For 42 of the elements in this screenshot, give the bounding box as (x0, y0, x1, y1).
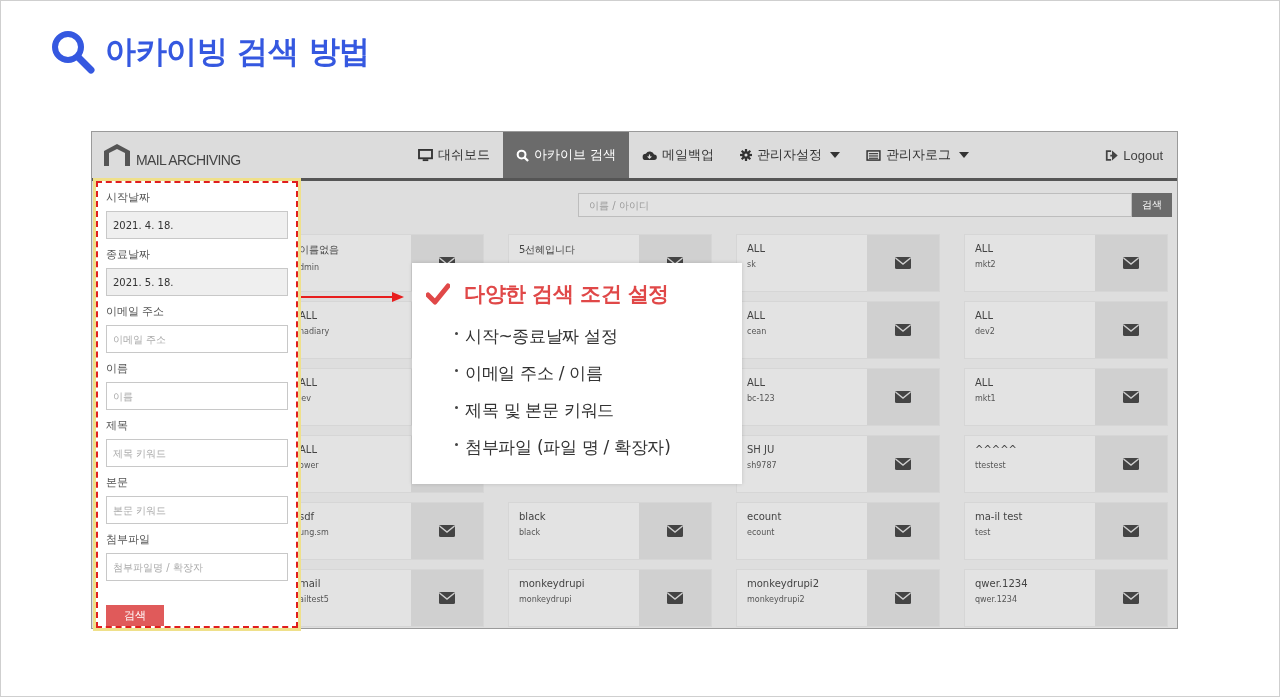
user-id: mkt2 (975, 260, 997, 269)
user-name: ma-il test (975, 511, 1024, 522)
field-label: 이름 (106, 361, 129, 376)
user-id: lev (299, 394, 312, 403)
user-name: ^^^^^ (975, 444, 1018, 455)
user-name: black (519, 511, 547, 522)
user-id: sh9787 (747, 461, 778, 470)
user-name: ALL (975, 310, 994, 321)
user-id: ttestest (975, 461, 1007, 470)
user-name: qwer.1234 (975, 578, 1029, 589)
field-label: 첨부파일 (106, 532, 151, 547)
field-label: 이메일 주소 (106, 304, 166, 319)
field-label: 제목 (106, 418, 129, 433)
user-name: monkeydrupi2 (747, 578, 820, 589)
user-id: black (519, 528, 542, 537)
user-id: sk (747, 260, 757, 269)
user-name: ALL (747, 243, 766, 254)
user-name: SH JU (747, 444, 776, 455)
user-name: ALL (747, 377, 766, 388)
user-id: test (975, 528, 992, 537)
user-id: ecount (747, 528, 776, 537)
user-id: monkeydrupi2 (747, 595, 806, 604)
user-id: ung.sm (299, 528, 330, 537)
user-id: bc-123 (747, 394, 776, 403)
user-id: cean (747, 327, 768, 336)
user-name: monkeydrupi (519, 578, 586, 589)
field-label: 시작날짜 (106, 190, 151, 205)
field-label: 종료날짜 (106, 247, 151, 262)
user-id: qwer.1234 (975, 595, 1018, 604)
user-id: monkeydrupi (519, 595, 573, 604)
logo-text: MAIL ARCHIVING (136, 152, 241, 168)
user-name: ALL (747, 310, 766, 321)
user-id: ailtest5 (299, 595, 330, 604)
user-name: 5선혜입니다 (519, 243, 577, 257)
user-name: ecount (747, 511, 783, 522)
user-name: ALL (975, 377, 994, 388)
slide-title: 아카이빙 검색 방법 (105, 32, 370, 71)
field-label: 본문 (106, 475, 129, 490)
user-id: dev2 (975, 327, 996, 336)
user-id: nadiary (299, 327, 331, 336)
user-name: ALL (975, 243, 994, 254)
user-id: mkt1 (975, 394, 997, 403)
